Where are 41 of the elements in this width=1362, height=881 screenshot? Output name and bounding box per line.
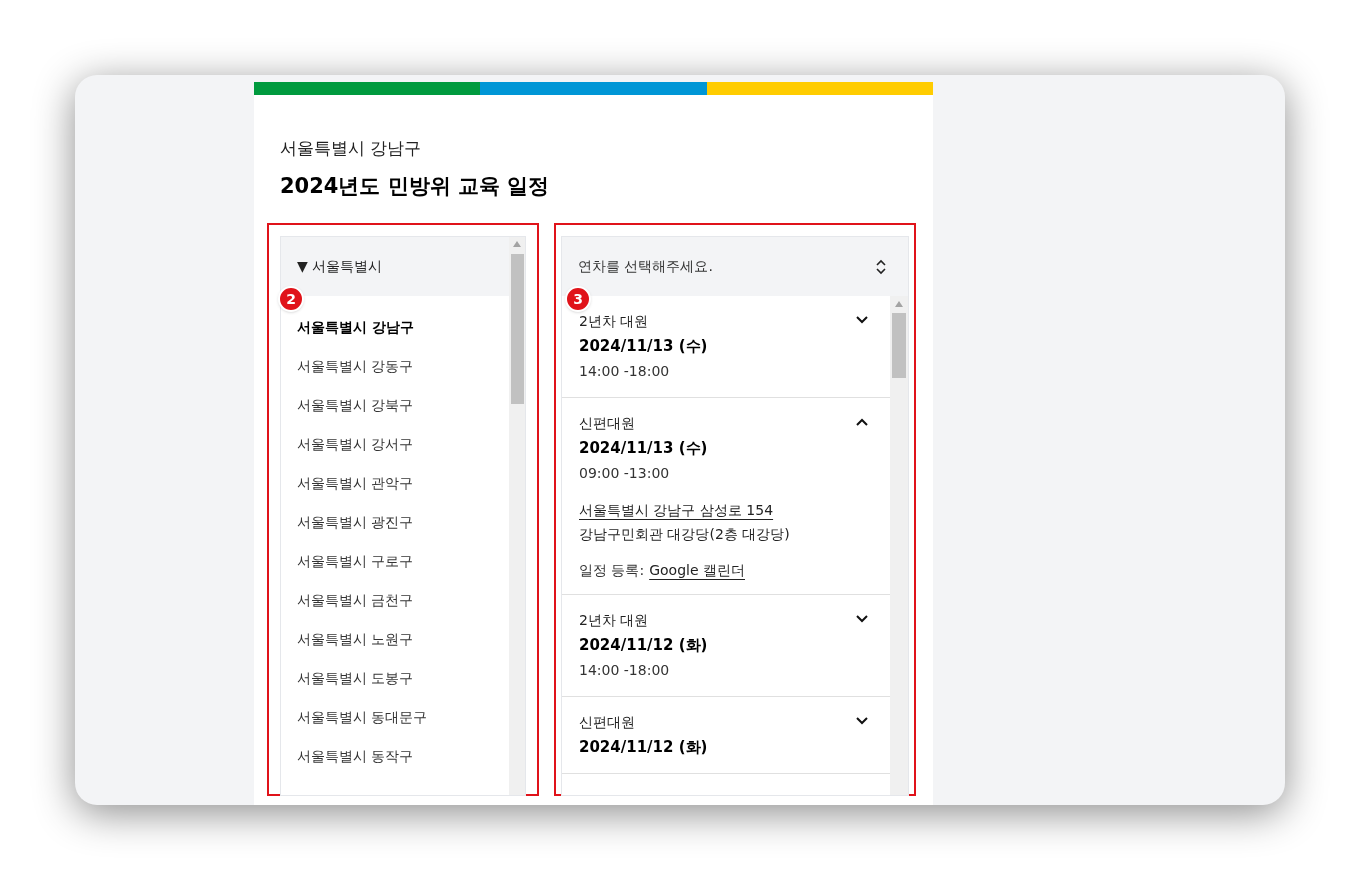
session-date: 2024/11/12 (화) <box>579 635 708 656</box>
calendar-link[interactable]: Google 캘린더 <box>649 560 745 581</box>
list-item[interactable]: 서울특별시 구로구 <box>297 551 414 572</box>
list-item[interactable]: 서울특별시 동작구 <box>297 746 414 767</box>
list-item[interactable]: 서울특별시 강동구 <box>297 356 414 377</box>
scrollbar-thumb[interactable] <box>892 313 906 378</box>
session-time: 09:00 -13:00 <box>579 464 671 483</box>
list-item[interactable]: 서울특별시 강남구 <box>297 317 414 338</box>
session-group: 신편대원 <box>579 411 708 436</box>
list-item[interactable]: 서울특별시 금천구 <box>297 590 414 611</box>
list-item[interactable]: 서울특별시 노원구 <box>297 629 414 650</box>
chevron-down-icon[interactable] <box>856 316 869 324</box>
sort-chevrons-icon <box>876 258 886 275</box>
session-time: 14:00 -18:00 <box>579 362 671 381</box>
address-link[interactable]: 서울특별시 강남구 삼성로 154 <box>579 498 774 522</box>
chevron-down-icon[interactable] <box>856 717 869 725</box>
venue-text: 강남구민회관 대강당(2층 대강당) <box>579 525 790 544</box>
scroll-up-icon[interactable] <box>513 241 521 247</box>
session-date: 2024/11/13 (수) <box>579 438 708 459</box>
scroll-up-icon[interactable] <box>895 301 903 307</box>
chevron-up-icon[interactable] <box>856 418 869 426</box>
session-group: 2년차 대원 <box>579 608 708 633</box>
page-title: 2024년도 민방위 교육 일정 <box>280 173 551 200</box>
session-date: 2024/11/13 (수) <box>579 336 708 357</box>
chevron-down-icon[interactable] <box>856 615 869 623</box>
list-item[interactable]: 서울특별시 광진구 <box>297 512 414 533</box>
scrollbar[interactable] <box>509 237 525 795</box>
list-item[interactable]: 서울특별시 강북구 <box>297 395 414 416</box>
list-item[interactable]: 서울특별시 관악구 <box>297 473 414 494</box>
select-placeholder: 연차를 선택해주세요. <box>578 257 713 276</box>
session-time: 14:00 -18:00 <box>579 661 671 680</box>
session-group: 신편대원 <box>579 710 708 735</box>
district-subtitle: 서울특별시 강남구 <box>280 137 423 160</box>
calendar-label: 일정 등록: <box>579 561 645 580</box>
list-item[interactable]: 서울특별시 동대문구 <box>297 707 428 728</box>
list-item[interactable]: 서울특별시 도봉구 <box>297 668 414 689</box>
session-date: 2024/11/12 (화) <box>579 737 708 758</box>
session-group: 2년차 대원 <box>579 309 708 334</box>
list-item[interactable]: 서울특별시 강서구 <box>297 434 414 455</box>
scrollbar-thumb[interactable] <box>510 254 524 404</box>
scrollbar[interactable] <box>890 296 908 795</box>
